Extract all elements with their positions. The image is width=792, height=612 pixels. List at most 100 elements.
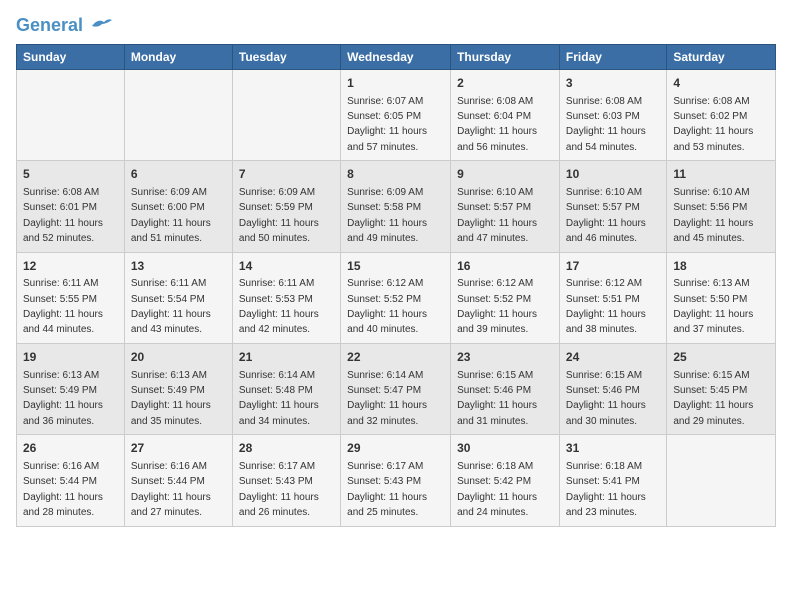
day-sunset: Sunset: 5:56 PM [673,202,747,213]
calendar-cell: 22Sunrise: 6:14 AMSunset: 5:47 PMDayligh… [341,343,451,434]
day-sunrise: Sunrise: 6:18 AM [457,461,533,472]
calendar-week-row: 19 Sunrise: 6:13 AM Sunset: 5:49 PM Dayligh… [17,343,776,434]
day-sunset: Sunset: 5:42 PM [457,476,531,487]
day-sunrise: Sunrise: 6:16 AM [23,461,99,472]
day-sunrise: Sunrise: 6:11 AM [23,278,98,289]
calendar-cell: 2Sunrise: 6:08 AMSunset: 6:04 PMDaylight… [451,69,560,160]
day-sunrise: Sunrise: 6:09 AM [131,187,207,198]
day-number: 26 [23,440,118,457]
calendar-cell: 8Sunrise: 6:09 AMSunset: 5:58 PMDaylight… [341,161,451,252]
calendar-cell [124,69,232,160]
day-sunrise: Sunrise: 6:11 AM [239,278,314,289]
day-daylight: Daylight: 11 hours and 39 minutes. [457,309,537,335]
weekday-header: Wednesday [341,44,451,69]
day-sunset: Sunset: 5:49 PM [23,385,97,396]
calendar-cell: 10Sunrise: 6:10 AMSunset: 5:57 PMDayligh… [559,161,666,252]
day-sunset: Sunset: 6:04 PM [457,111,531,122]
day-daylight: Daylight: 11 hours and 32 minutes. [347,400,427,426]
calendar-cell: 23Sunrise: 6:15 AMSunset: 5:46 PMDayligh… [451,343,560,434]
day-number: 15 [347,258,444,275]
day-number: 23 [457,349,553,366]
day-sunset: Sunset: 5:44 PM [23,476,97,487]
day-daylight: Daylight: 11 hours and 47 minutes. [457,218,537,244]
calendar-cell: 24Sunrise: 6:15 AMSunset: 5:46 PMDayligh… [559,343,666,434]
day-number: 20 [131,349,226,366]
day-number: 31 [566,440,660,457]
day-sunset: Sunset: 6:00 PM [131,202,205,213]
calendar-cell: 6Sunrise: 6:09 AMSunset: 6:00 PMDaylight… [124,161,232,252]
day-number: 12 [23,258,118,275]
day-daylight: Daylight: 11 hours and 53 minutes. [673,126,753,152]
day-daylight: Daylight: 11 hours and 37 minutes. [673,309,753,335]
day-daylight: Daylight: 11 hours and 40 minutes. [347,309,427,335]
day-sunset: Sunset: 5:43 PM [347,476,421,487]
weekday-header: Friday [559,44,666,69]
day-sunrise: Sunrise: 6:08 AM [566,96,642,107]
logo-bird-icon [90,18,112,34]
day-sunset: Sunset: 6:01 PM [23,202,97,213]
weekday-header: Tuesday [232,44,340,69]
day-daylight: Daylight: 11 hours and 35 minutes. [131,400,211,426]
day-daylight: Daylight: 11 hours and 49 minutes. [347,218,427,244]
calendar-week-row: 12 Sunrise: 6:11 AM Sunset: 5:55 PM Dayligh… [17,252,776,343]
calendar-cell: 4Sunrise: 6:08 AMSunset: 6:02 PMDaylight… [667,69,776,160]
day-sunset: Sunset: 5:44 PM [131,476,205,487]
day-sunrise: Sunrise: 6:12 AM [347,278,423,289]
day-sunrise: Sunrise: 6:16 AM [131,461,207,472]
day-sunrise: Sunrise: 6:15 AM [566,370,642,381]
day-number: 25 [673,349,769,366]
day-sunset: Sunset: 5:47 PM [347,385,421,396]
day-daylight: Daylight: 11 hours and 56 minutes. [457,126,537,152]
day-sunrise: Sunrise: 6:07 AM [347,96,423,107]
weekday-header: Thursday [451,44,560,69]
day-sunrise: Sunrise: 6:09 AM [239,187,315,198]
day-daylight: Daylight: 11 hours and 38 minutes. [566,309,646,335]
day-sunrise: Sunrise: 6:15 AM [673,370,749,381]
day-number: 10 [566,166,660,183]
day-daylight: Daylight: 11 hours and 36 minutes. [23,400,103,426]
day-daylight: Daylight: 11 hours and 50 minutes. [239,218,319,244]
calendar-cell: 13Sunrise: 6:11 AMSunset: 5:54 PMDayligh… [124,252,232,343]
calendar-cell: 30Sunrise: 6:18 AMSunset: 5:42 PMDayligh… [451,435,560,526]
calendar-week-row: 1Sunrise: 6:07 AMSunset: 6:05 PMDaylight… [17,69,776,160]
day-number: 1 [347,75,444,92]
day-sunrise: Sunrise: 6:08 AM [673,96,749,107]
day-sunset: Sunset: 5:59 PM [239,202,313,213]
calendar-cell: 17Sunrise: 6:12 AMSunset: 5:51 PMDayligh… [559,252,666,343]
weekday-header: Monday [124,44,232,69]
day-sunrise: Sunrise: 6:14 AM [347,370,423,381]
day-daylight: Daylight: 11 hours and 43 minutes. [131,309,211,335]
calendar-cell: 27Sunrise: 6:16 AMSunset: 5:44 PMDayligh… [124,435,232,526]
calendar-cell: 3Sunrise: 6:08 AMSunset: 6:03 PMDaylight… [559,69,666,160]
day-sunrise: Sunrise: 6:13 AM [673,278,749,289]
calendar-cell: 19 Sunrise: 6:13 AM Sunset: 5:49 PM Dayligh… [17,343,125,434]
day-sunset: Sunset: 5:50 PM [673,294,747,305]
day-daylight: Daylight: 11 hours and 24 minutes. [457,492,537,518]
calendar-cell: 9Sunrise: 6:10 AMSunset: 5:57 PMDaylight… [451,161,560,252]
day-sunset: Sunset: 5:43 PM [239,476,313,487]
calendar-cell: 7Sunrise: 6:09 AMSunset: 5:59 PMDaylight… [232,161,340,252]
day-sunrise: Sunrise: 6:13 AM [131,370,207,381]
day-sunrise: Sunrise: 6:17 AM [347,461,423,472]
day-sunrise: Sunrise: 6:18 AM [566,461,642,472]
day-sunrise: Sunrise: 6:17 AM [239,461,315,472]
day-sunset: Sunset: 5:49 PM [131,385,205,396]
calendar-cell: 16Sunrise: 6:12 AMSunset: 5:52 PMDayligh… [451,252,560,343]
weekday-header: Saturday [667,44,776,69]
day-number: 28 [239,440,334,457]
day-sunset: Sunset: 6:03 PM [566,111,640,122]
day-sunrise: Sunrise: 6:13 AM [23,370,99,381]
day-sunset: Sunset: 5:51 PM [566,294,640,305]
page-header: General [16,16,776,36]
day-sunset: Sunset: 6:02 PM [673,111,747,122]
day-sunrise: Sunrise: 6:15 AM [457,370,533,381]
calendar-cell: 26 Sunrise: 6:16 AM Sunset: 5:44 PM Dayligh… [17,435,125,526]
calendar-header-row: SundayMondayTuesdayWednesdayThursdayFrid… [17,44,776,69]
day-sunset: Sunset: 5:55 PM [23,294,97,305]
day-daylight: Daylight: 11 hours and 28 minutes. [23,492,103,518]
day-sunrise: Sunrise: 6:11 AM [131,278,206,289]
day-daylight: Daylight: 11 hours and 23 minutes. [566,492,646,518]
day-number: 3 [566,75,660,92]
day-number: 19 [23,349,118,366]
day-number: 24 [566,349,660,366]
